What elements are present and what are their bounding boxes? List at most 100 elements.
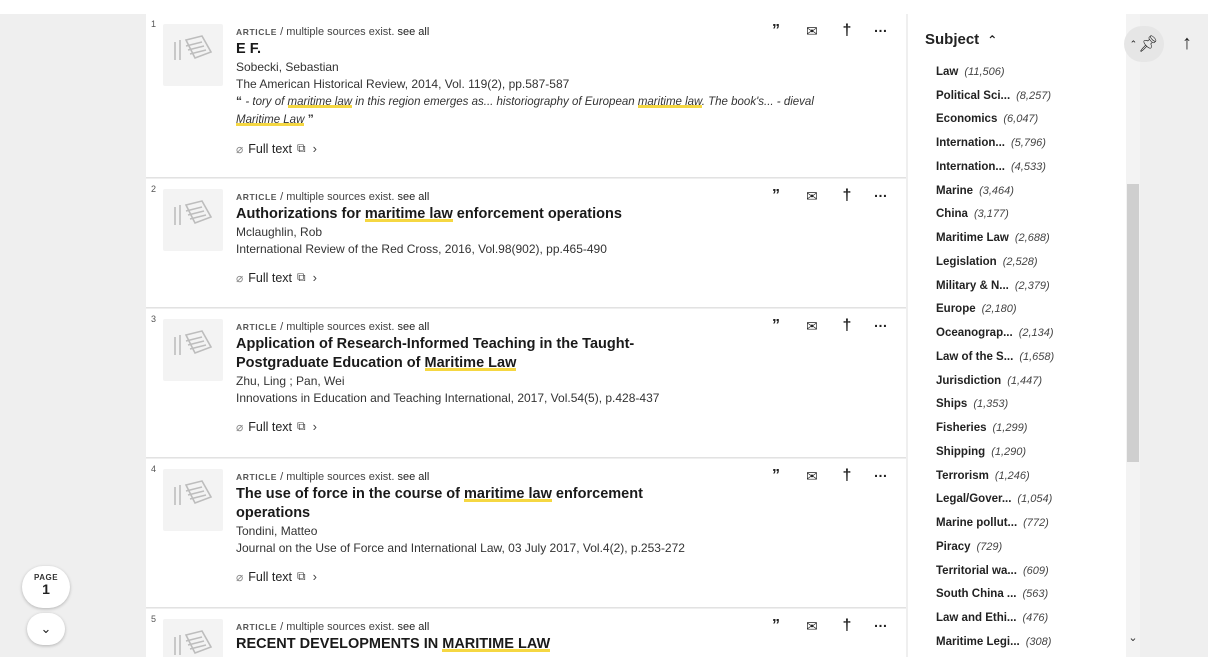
pin-icon[interactable]: † [837,617,857,635]
facet-item[interactable]: Law and Ethi... (476) [936,606,1126,630]
cite-icon[interactable]: ” [766,187,786,205]
full-text-label: Full text [248,419,292,434]
result-title-link[interactable]: Authorizations for maritime law enforcem… [236,205,836,224]
cite-icon[interactable]: ” [766,617,786,635]
more-icon[interactable]: … [871,18,891,36]
pin-icon: 📌︎ [1138,36,1159,53]
facet-item-name: Law of the S... [936,350,1014,363]
more-icon[interactable]: … [871,313,891,331]
facet-item-count: (2,379) [1014,279,1050,292]
scrollbar-thumb[interactable] [1127,184,1139,462]
cite-icon[interactable]: ” [766,467,786,485]
pin-icon[interactable]: † [837,187,857,205]
result-content: ARTICLE / multiple sources exist. see al… [236,620,836,654]
more-icon[interactable]: … [871,183,891,201]
facet-item[interactable]: Law (11,506) [936,60,1126,84]
quote-mark: ” [304,112,314,126]
result-title-link[interactable]: Application of Research-Informed Teachin… [236,335,836,373]
facet-scrollbar[interactable]: ⌄ [1126,14,1140,657]
see-all-link[interactable]: see all [397,191,429,203]
article-type-label: ARTICLE [236,472,278,482]
facet-item[interactable]: Piracy (729) [936,535,1126,559]
email-icon[interactable]: ✉ [802,22,822,40]
more-icon[interactable]: … [871,613,891,631]
result-type-line: ARTICLE / multiple sources exist. see al… [236,620,836,635]
result-card: 3 ARTICLE / multiple sources exist. see a… [146,309,906,458]
pin-icon[interactable]: † [837,467,857,485]
facet-item[interactable]: Territorial wa... (609) [936,559,1126,583]
email-icon[interactable]: ✉ [802,467,822,485]
facet-item[interactable]: Europe (2,180) [936,298,1126,322]
facet-item[interactable]: Maritime Legi... (308) [936,630,1126,654]
result-title-link[interactable]: The use of force in the course of mariti… [236,485,836,523]
chevron-right-icon: › [312,141,317,156]
facet-item[interactable]: Political Sci... (8,257) [936,84,1126,108]
see-all-link[interactable]: see all [397,26,429,38]
more-icon[interactable]: … [871,463,891,481]
facet-item-name: Military & N... [936,279,1009,292]
result-title-link[interactable]: E F. [236,40,836,59]
facet-pin-button[interactable]: ⌃ 📌︎ [1124,26,1164,62]
facet-item-count: (2,180) [981,303,1017,316]
title-text: operations [236,505,311,521]
facet-item[interactable]: Legislation (2,528) [936,250,1126,274]
facet-item[interactable]: China (3,177) [936,203,1126,227]
facet-item[interactable]: Maritime Law (2,688) [936,226,1126,250]
facet-item[interactable]: Internation... (5,796) [936,131,1126,155]
facet-item[interactable]: Fisheries (1,299) [936,416,1126,440]
facet-item-count: (476) [1022,612,1049,625]
article-thumbnail [163,189,223,251]
facet-item[interactable]: Legal/Gover... (1,054) [936,488,1126,512]
facet-item[interactable]: Economics (6,047) [936,108,1126,132]
facet-header-subject[interactable]: Subject ⌃ [925,31,997,48]
facet-item[interactable]: South China ... (563) [936,583,1126,607]
facet-item[interactable]: Marine pollut... (772) [936,511,1126,535]
quote-mark: “ [236,94,246,108]
see-all-link[interactable]: see all [397,471,429,483]
facet-item-name: Piracy [936,540,971,553]
see-all-link[interactable]: see all [397,321,429,333]
facet-item-count: (1,447) [1007,374,1043,387]
result-title-link[interactable]: RECENT DEVELOPMENTS IN MARITIME LAW [236,635,836,654]
full-text-link[interactable]: ⌀ Full text ⧉ › [236,270,836,285]
facet-item[interactable]: Shipping (1,290) [936,440,1126,464]
facet-item-name: Ships [936,398,968,411]
title-text: Application of Research-Informed Teachin… [236,336,635,352]
facet-item[interactable]: Oceanograp... (2,134) [936,321,1126,345]
facet-item-count: (2,528) [1002,255,1038,268]
pin-icon[interactable]: † [837,22,857,40]
result-source: International Review of the Red Cross, 2… [236,242,607,256]
back-to-top-button[interactable]: ↑ [1176,30,1198,56]
next-page-button[interactable]: ⌄ [27,613,65,645]
facet-item-count: (3,177) [973,208,1009,221]
cite-icon[interactable]: ” [766,22,786,40]
snippet-text: in this region emerges as... historiogra… [352,96,638,108]
facet-item[interactable]: Internation... (4,533) [936,155,1126,179]
facet-item-count: (3,464) [979,184,1014,197]
full-text-link[interactable]: ⌀ Full text ⧉ › [236,141,836,156]
caret-up-icon: ⌃ [1129,38,1138,49]
facet-item[interactable]: Military & N... (2,379) [936,274,1126,298]
facet-item[interactable]: Marine (3,464) [936,179,1126,203]
facet-item-count: (563) [1022,588,1049,601]
chevron-up-icon[interactable]: ⌃ [987,33,997,47]
facet-item-count: (5,796) [1011,137,1046,150]
full-text-link[interactable]: ⌀ Full text ⧉ › [236,419,836,434]
scroll-down-arrow-icon[interactable]: ⌄ [1127,631,1139,645]
article-icon [174,35,213,60]
see-all-link[interactable]: see all [397,621,429,633]
pin-icon[interactable]: † [837,317,857,335]
multiple-sources-text: / multiple sources exist. [277,471,398,483]
facet-item[interactable]: Ships (1,353) [936,393,1126,417]
external-link-icon: ⧉ [297,419,306,433]
result-index: 4 [151,464,157,474]
email-icon[interactable]: ✉ [802,317,822,335]
cite-icon[interactable]: ” [766,317,786,335]
facet-item[interactable]: Terrorism (1,246) [936,464,1126,488]
facet-item[interactable]: Jurisdiction (1,447) [936,369,1126,393]
top-strip [0,0,1208,14]
facet-item[interactable]: Law of the S... (1,658) [936,345,1126,369]
email-icon[interactable]: ✉ [802,617,822,635]
full-text-link[interactable]: ⌀ Full text ⧉ › [236,569,836,584]
email-icon[interactable]: ✉ [802,187,822,205]
